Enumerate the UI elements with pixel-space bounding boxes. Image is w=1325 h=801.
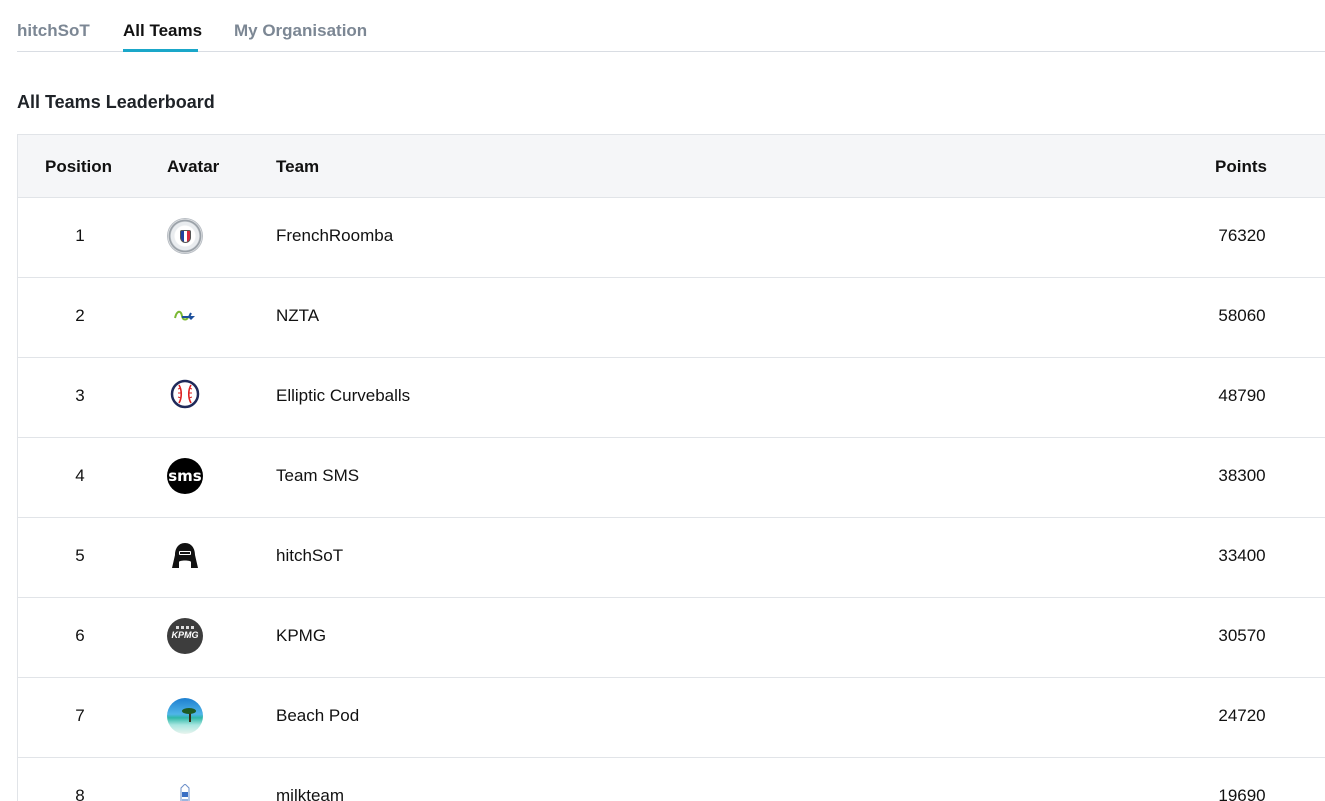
active-tab-indicator (123, 49, 198, 52)
milk-carton-avatar (180, 784, 190, 801)
hooded-figure-avatar (172, 543, 198, 568)
team-name[interactable]: milkteam (276, 786, 344, 801)
tab-my-organisation[interactable]: My Organisation (234, 21, 367, 41)
column-header-team[interactable]: Team (276, 157, 319, 177)
position-cell: 4 (75, 466, 85, 485)
points-cell: 58060 (1218, 306, 1266, 325)
table-row[interactable]: 5 hitchSoT 33400 (18, 518, 1325, 598)
position-cell: 3 (75, 386, 85, 405)
table-row[interactable]: 1 FrenchRoomba 76320 (18, 198, 1325, 278)
team-name[interactable]: NZTA (276, 306, 319, 326)
tab-all-teams[interactable]: All Teams (123, 21, 202, 41)
baseball-avatar (170, 379, 200, 409)
column-header-avatar: Avatar (167, 157, 220, 176)
position-cell: 7 (75, 706, 85, 725)
position-cell: 8 (75, 786, 85, 801)
team-name[interactable]: Team SMS (276, 466, 359, 486)
palm-tree-icon (182, 708, 196, 714)
sms-avatar-text: sms (168, 467, 202, 485)
table-row[interactable]: 3 Elliptic Curveballs 48790 (18, 358, 1325, 438)
points-cell: 76320 (1218, 226, 1266, 245)
table-row[interactable]: 8 milkteam 19690 (18, 758, 1325, 801)
beach-avatar (167, 698, 203, 734)
position-cell: 1 (75, 226, 85, 245)
team-name[interactable]: FrenchRoomba (276, 226, 393, 246)
position-cell: 2 (75, 306, 85, 325)
nzta-logo-avatar (174, 310, 195, 321)
french-flag-shield-icon (180, 230, 191, 243)
table-row[interactable]: 4 sms Team SMS 38300 (18, 438, 1325, 518)
table-row[interactable]: 6 KPMG KPMG 30570 (18, 598, 1325, 678)
points-cell: 30570 (1218, 626, 1266, 645)
roomba-avatar (167, 218, 203, 254)
tab-bar: hitchSoT All Teams My Organisation (17, 0, 1325, 52)
kpmg-bars-icon (176, 626, 194, 629)
kpmg-avatar: KPMG (167, 618, 203, 654)
position-cell: 5 (75, 546, 85, 565)
points-cell: 33400 (1218, 546, 1266, 565)
team-name[interactable]: Elliptic Curveballs (276, 386, 410, 406)
team-name[interactable]: KPMG (276, 626, 326, 646)
leaderboard-table: Position Avatar Team Points 1 FrenchRoom… (17, 134, 1325, 801)
table-header: Position Avatar Team Points (18, 135, 1325, 198)
column-header-position[interactable]: Position (45, 157, 112, 177)
points-cell: 19690 (1218, 786, 1266, 801)
table-row[interactable]: 7 Beach Pod 24720 (18, 678, 1325, 758)
points-cell: 24720 (1218, 706, 1266, 725)
column-header-points[interactable]: Points (1215, 157, 1267, 177)
points-cell: 48790 (1218, 386, 1266, 405)
leaderboard-page: hitchSoT All Teams My Organisation All T… (0, 0, 1325, 801)
tab-hitchsot[interactable]: hitchSoT (17, 21, 90, 41)
position-cell: 6 (75, 626, 85, 645)
team-name[interactable]: hitchSoT (276, 546, 343, 566)
team-name[interactable]: Beach Pod (276, 706, 359, 726)
kpmg-avatar-text: KPMG (171, 630, 199, 640)
table-row[interactable]: 2 NZTA 58060 (18, 278, 1325, 358)
points-cell: 38300 (1218, 466, 1266, 485)
page-title: All Teams Leaderboard (17, 92, 215, 112)
sms-avatar: sms (167, 458, 203, 494)
